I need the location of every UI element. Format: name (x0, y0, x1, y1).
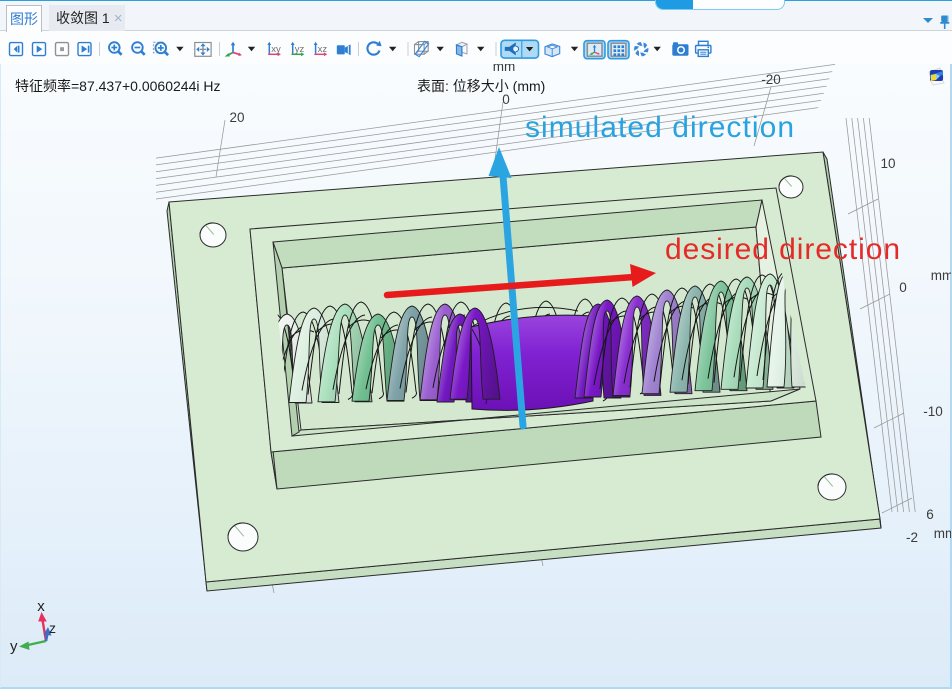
svg-text:y: y (10, 638, 18, 655)
svg-text:20: 20 (229, 110, 244, 125)
svg-text:6: 6 (926, 507, 934, 522)
svg-text:z: z (49, 620, 56, 636)
svg-text:simulated direction: simulated direction (525, 111, 794, 144)
svg-text:xz: xz (318, 44, 328, 55)
svg-text:desired direction: desired direction (665, 233, 900, 266)
svg-text:-20: -20 (761, 72, 781, 87)
svg-text:10: 10 (880, 156, 895, 171)
svg-text:xy: xy (271, 44, 281, 55)
svg-text:0: 0 (899, 280, 907, 295)
svg-text:yz: yz (295, 44, 305, 55)
svg-text:-10: -10 (923, 404, 943, 419)
svg-text:mm: mm (493, 64, 516, 74)
svg-text:-2: -2 (906, 530, 918, 545)
svg-text:mm: mm (931, 268, 951, 283)
svg-text:mm: mm (934, 526, 951, 541)
svg-text:x: x (37, 598, 45, 615)
